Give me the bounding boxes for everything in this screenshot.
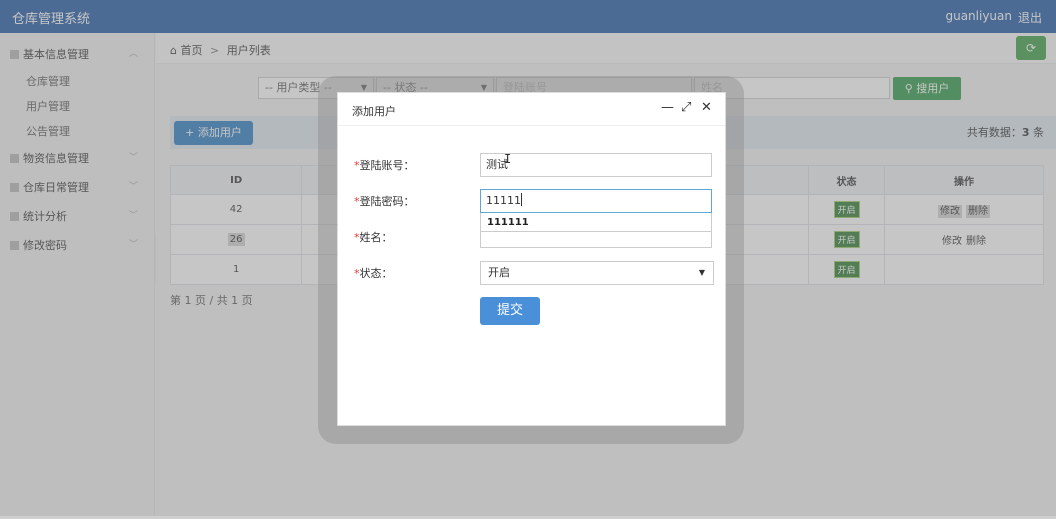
name-label-text: 姓名：	[359, 231, 393, 244]
maximize-icon[interactable]: ⤢	[681, 100, 691, 115]
name-input[interactable]	[480, 232, 712, 248]
password-input-value: 11111	[486, 194, 521, 207]
add-user-dialog: 添加用户 — ⤢ ✕ *登陆账号： 测试 I *登陆密码： 11111 1111…	[337, 92, 726, 426]
dialog-title: 添加用户	[352, 105, 396, 118]
account-label: *登陆账号：	[354, 157, 415, 173]
status-label: *状态：	[354, 265, 393, 281]
caret	[521, 193, 522, 206]
account-input[interactable]: 测试	[480, 153, 712, 177]
submit-button[interactable]: 提交	[480, 297, 540, 325]
minimize-icon[interactable]: —	[661, 100, 674, 115]
dropdown-arrow-icon: ▼	[698, 268, 705, 277]
status-label-text: 状态：	[359, 267, 393, 280]
account-label-text: 登陆账号：	[359, 159, 415, 172]
text-cursor-icon: I	[504, 152, 512, 166]
close-icon[interactable]: ✕	[701, 100, 712, 115]
password-input[interactable]: 11111	[480, 189, 712, 213]
status-dropdown[interactable]: 开启 ▼	[480, 261, 714, 285]
password-label-text: 登陆密码：	[359, 195, 415, 208]
password-label: *登陆密码：	[354, 193, 415, 209]
autocomplete-suggestion[interactable]: 111111	[480, 213, 712, 232]
dialog-header-divider	[338, 125, 725, 126]
status-dropdown-value: 开启	[488, 266, 510, 279]
name-label: *姓名：	[354, 229, 393, 245]
